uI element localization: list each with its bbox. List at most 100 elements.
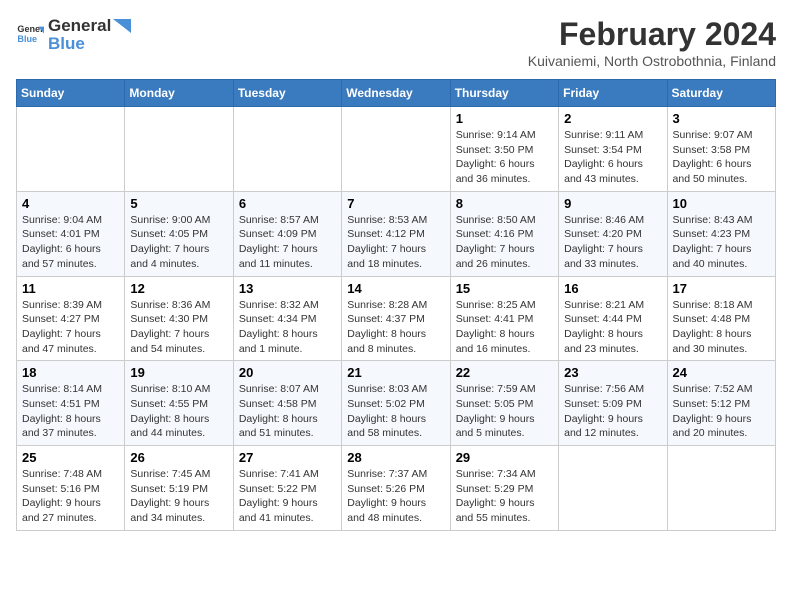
calendar-cell: 24 Sunrise: 7:52 AMSunset: 5:12 PMDayligh… — [667, 361, 775, 446]
calendar-cell: 21 Sunrise: 8:03 AMSunset: 5:02 PMDayligh… — [342, 361, 450, 446]
calendar-header: Sunday Monday Tuesday Wednesday Thursday… — [17, 80, 776, 107]
cell-info-text: Sunrise: 9:14 AMSunset: 3:50 PMDaylight:… — [456, 128, 553, 187]
logo-icon: General Blue — [16, 21, 44, 49]
calendar-cell: 3 Sunrise: 9:07 AMSunset: 3:58 PMDaylight… — [667, 107, 775, 192]
calendar-cell: 25 Sunrise: 7:48 AMSunset: 5:16 PMDayligh… — [17, 446, 125, 531]
calendar-cell: 22 Sunrise: 7:59 AMSunset: 5:05 PMDayligh… — [450, 361, 558, 446]
calendar-week-1: 1 Sunrise: 9:14 AMSunset: 3:50 PMDaylight… — [17, 107, 776, 192]
calendar-cell: 10 Sunrise: 8:43 AMSunset: 4:23 PMDayligh… — [667, 191, 775, 276]
calendar-cell: 28 Sunrise: 7:37 AMSunset: 5:26 PMDayligh… — [342, 446, 450, 531]
cell-date-number: 18 — [22, 365, 119, 380]
cell-info-text: Sunrise: 8:43 AMSunset: 4:23 PMDaylight:… — [673, 213, 770, 272]
calendar-week-2: 4Sunrise: 9:04 AMSunset: 4:01 PMDaylight… — [17, 191, 776, 276]
header-tuesday: Tuesday — [233, 80, 341, 107]
cell-info-text: Sunrise: 8:53 AMSunset: 4:12 PMDaylight:… — [347, 213, 444, 272]
calendar-cell: 20Sunrise: 8:07 AMSunset: 4:58 PMDayligh… — [233, 361, 341, 446]
cell-info-text: Sunrise: 7:59 AMSunset: 5:05 PMDaylight:… — [456, 382, 553, 441]
calendar-cell: 18 Sunrise: 8:14 AMSunset: 4:51 PMDayligh… — [17, 361, 125, 446]
cell-info-text: Sunrise: 7:48 AMSunset: 5:16 PMDaylight:… — [22, 467, 119, 526]
cell-info-text: Sunrise: 8:46 AMSunset: 4:20 PMDaylight:… — [564, 213, 661, 272]
page-header: General Blue General Blue February 2024 … — [16, 16, 776, 69]
calendar-cell — [559, 446, 667, 531]
header-friday: Friday — [559, 80, 667, 107]
cell-info-text: Sunrise: 8:36 AMSunset: 4:30 PMDaylight:… — [130, 298, 227, 357]
cell-date-number: 13 — [239, 281, 336, 296]
logo-text-blue: Blue — [48, 34, 131, 54]
title-block: February 2024 Kuivaniemi, North Ostrobot… — [528, 16, 776, 69]
cell-info-text: Sunrise: 8:39 AMSunset: 4:27 PMDaylight:… — [22, 298, 119, 357]
calendar-cell: 1 Sunrise: 9:14 AMSunset: 3:50 PMDaylight… — [450, 107, 558, 192]
cell-info-text: Sunrise: 8:28 AMSunset: 4:37 PMDaylight:… — [347, 298, 444, 357]
cell-date-number: 8 — [456, 196, 553, 211]
cell-info-text: Sunrise: 8:21 AMSunset: 4:44 PMDaylight:… — [564, 298, 661, 357]
month-title: February 2024 — [528, 16, 776, 53]
calendar-cell: 29 Sunrise: 7:34 AMSunset: 5:29 PMDayligh… — [450, 446, 558, 531]
svg-text:Blue: Blue — [17, 34, 37, 44]
cell-info-text: Sunrise: 7:45 AMSunset: 5:19 PMDaylight:… — [130, 467, 227, 526]
cell-date-number: 14 — [347, 281, 444, 296]
calendar-cell — [233, 107, 341, 192]
logo-arrow-icon — [113, 19, 131, 33]
cell-info-text: Sunrise: 7:56 AMSunset: 5:09 PMDaylight:… — [564, 382, 661, 441]
cell-info-text: Sunrise: 8:18 AMSunset: 4:48 PMDaylight:… — [673, 298, 770, 357]
cell-info-text: Sunrise: 8:10 AMSunset: 4:55 PMDaylight:… — [130, 382, 227, 441]
calendar-week-4: 18 Sunrise: 8:14 AMSunset: 4:51 PMDayligh… — [17, 361, 776, 446]
header-monday: Monday — [125, 80, 233, 107]
cell-date-number: 16 — [564, 281, 661, 296]
cell-info-text: Sunrise: 7:52 AMSunset: 5:12 PMDaylight:… — [673, 382, 770, 441]
calendar-cell: 19 Sunrise: 8:10 AMSunset: 4:55 PMDayligh… — [125, 361, 233, 446]
cell-date-number: 1 — [456, 111, 553, 126]
cell-date-number: 29 — [456, 450, 553, 465]
cell-date-number: 19 — [130, 365, 227, 380]
cell-date-number: 28 — [347, 450, 444, 465]
header-saturday: Saturday — [667, 80, 775, 107]
cell-info-text: Sunrise: 7:41 AMSunset: 5:22 PMDaylight:… — [239, 467, 336, 526]
calendar-table: Sunday Monday Tuesday Wednesday Thursday… — [16, 79, 776, 531]
cell-date-number: 17 — [673, 281, 770, 296]
header-row: Sunday Monday Tuesday Wednesday Thursday… — [17, 80, 776, 107]
cell-date-number: 21 — [347, 365, 444, 380]
cell-date-number: 3 — [673, 111, 770, 126]
calendar-cell: 4Sunrise: 9:04 AMSunset: 4:01 PMDaylight… — [17, 191, 125, 276]
calendar-cell: 11Sunrise: 8:39 AMSunset: 4:27 PMDayligh… — [17, 276, 125, 361]
cell-info-text: Sunrise: 8:57 AMSunset: 4:09 PMDaylight:… — [239, 213, 336, 272]
cell-info-text: Sunrise: 7:34 AMSunset: 5:29 PMDaylight:… — [456, 467, 553, 526]
cell-info-text: Sunrise: 9:07 AMSunset: 3:58 PMDaylight:… — [673, 128, 770, 187]
calendar-cell — [342, 107, 450, 192]
calendar-body: 1 Sunrise: 9:14 AMSunset: 3:50 PMDaylight… — [17, 107, 776, 531]
cell-date-number: 26 — [130, 450, 227, 465]
cell-date-number: 10 — [673, 196, 770, 211]
calendar-cell: 16 Sunrise: 8:21 AMSunset: 4:44 PMDayligh… — [559, 276, 667, 361]
calendar-cell — [17, 107, 125, 192]
header-wednesday: Wednesday — [342, 80, 450, 107]
calendar-cell: 8Sunrise: 8:50 AMSunset: 4:16 PMDaylight… — [450, 191, 558, 276]
calendar-cell: 12Sunrise: 8:36 AMSunset: 4:30 PMDayligh… — [125, 276, 233, 361]
cell-date-number: 20 — [239, 365, 336, 380]
calendar-cell: 6Sunrise: 8:57 AMSunset: 4:09 PMDaylight… — [233, 191, 341, 276]
svg-text:General: General — [17, 24, 44, 34]
calendar-cell: 15Sunrise: 8:25 AMSunset: 4:41 PMDayligh… — [450, 276, 558, 361]
cell-info-text: Sunrise: 8:14 AMSunset: 4:51 PMDaylight:… — [22, 382, 119, 441]
logo: General Blue General Blue — [16, 16, 131, 54]
header-sunday: Sunday — [17, 80, 125, 107]
cell-info-text: Sunrise: 7:37 AMSunset: 5:26 PMDaylight:… — [347, 467, 444, 526]
cell-info-text: Sunrise: 9:00 AMSunset: 4:05 PMDaylight:… — [130, 213, 227, 272]
calendar-week-3: 11Sunrise: 8:39 AMSunset: 4:27 PMDayligh… — [17, 276, 776, 361]
calendar-week-5: 25 Sunrise: 7:48 AMSunset: 5:16 PMDayligh… — [17, 446, 776, 531]
cell-date-number: 22 — [456, 365, 553, 380]
calendar-cell: 14 Sunrise: 8:28 AMSunset: 4:37 PMDayligh… — [342, 276, 450, 361]
cell-date-number: 15 — [456, 281, 553, 296]
cell-info-text: Sunrise: 8:03 AMSunset: 5:02 PMDaylight:… — [347, 382, 444, 441]
cell-date-number: 9 — [564, 196, 661, 211]
logo-text-general: General — [48, 16, 111, 36]
calendar-cell: 13Sunrise: 8:32 AMSunset: 4:34 PMDayligh… — [233, 276, 341, 361]
calendar-cell: 17 Sunrise: 8:18 AMSunset: 4:48 PMDayligh… — [667, 276, 775, 361]
cell-info-text: Sunrise: 9:04 AMSunset: 4:01 PMDaylight:… — [22, 213, 119, 272]
calendar-cell — [667, 446, 775, 531]
cell-date-number: 5 — [130, 196, 227, 211]
calendar-cell: 26 Sunrise: 7:45 AMSunset: 5:19 PMDayligh… — [125, 446, 233, 531]
cell-info-text: Sunrise: 9:11 AMSunset: 3:54 PMDaylight:… — [564, 128, 661, 187]
cell-date-number: 24 — [673, 365, 770, 380]
calendar-cell: 9 Sunrise: 8:46 AMSunset: 4:20 PMDaylight… — [559, 191, 667, 276]
cell-date-number: 25 — [22, 450, 119, 465]
